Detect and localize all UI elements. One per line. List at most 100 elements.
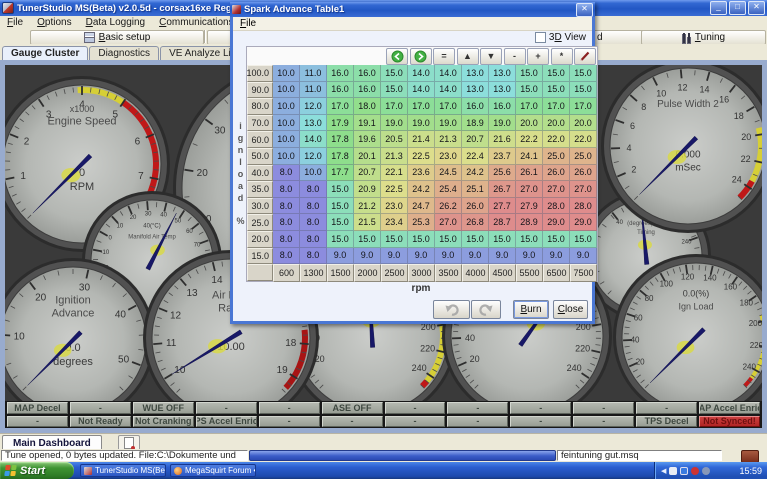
table-cell-r6-c2[interactable]: 17.7 bbox=[327, 165, 354, 182]
display-icon[interactable] bbox=[680, 467, 688, 475]
table-cell-r2-c5[interactable]: 17.0 bbox=[408, 98, 435, 115]
table-cell-r0-c2[interactable]: 16.0 bbox=[327, 65, 354, 82]
pencil-button[interactable] bbox=[574, 48, 596, 65]
table-cell-r11-c1[interactable]: 8.0 bbox=[300, 248, 327, 265]
table-cell-r2-c1[interactable]: 12.0 bbox=[300, 98, 327, 115]
table-cell-r3-c6[interactable]: 19.0 bbox=[435, 115, 462, 132]
table-cell-r11-c9[interactable]: 9.0 bbox=[516, 248, 543, 265]
table-cell-r3-c4[interactable]: 19.0 bbox=[381, 115, 408, 132]
table-cell-r9-c4[interactable]: 23.4 bbox=[381, 214, 408, 231]
table-cell-r3-c2[interactable]: 17.9 bbox=[327, 115, 354, 132]
clock-icon[interactable] bbox=[702, 467, 710, 475]
table-cell-r4-c1[interactable]: 14.0 bbox=[300, 131, 327, 148]
table-cell-r9-c8[interactable]: 28.7 bbox=[489, 214, 516, 231]
table-cell-r8-c4[interactable]: 23.0 bbox=[381, 198, 408, 215]
table-cell-r1-c0[interactable]: 10.0 bbox=[273, 82, 300, 99]
table-cell-r4-c9[interactable]: 22.2 bbox=[516, 131, 543, 148]
table-cell-r10-c5[interactable]: 15.0 bbox=[408, 231, 435, 248]
table-cell-r2-c9[interactable]: 17.0 bbox=[516, 98, 543, 115]
table-cell-r1-c11[interactable]: 15.0 bbox=[570, 82, 597, 99]
table-cell-r7-c6[interactable]: 25.4 bbox=[435, 181, 462, 198]
table-cell-r5-c4[interactable]: 21.3 bbox=[381, 148, 408, 165]
table-cell-r8-c2[interactable]: 15.0 bbox=[327, 198, 354, 215]
taskbar-task-tunerstudio[interactable]: TunerStudio MS(Beta... bbox=[80, 464, 166, 477]
table-cell-r5-c6[interactable]: 23.0 bbox=[435, 148, 462, 165]
table-cell-r10-c10[interactable]: 15.0 bbox=[543, 231, 570, 248]
table-cell-r6-c0[interactable]: 8.0 bbox=[273, 165, 300, 182]
table-cell-r0-c8[interactable]: 13.0 bbox=[489, 65, 516, 82]
table-cell-r0-c9[interactable]: 15.0 bbox=[516, 65, 543, 82]
table-cell-r7-c2[interactable]: 15.0 bbox=[327, 181, 354, 198]
table-cell-r9-c2[interactable]: 15.0 bbox=[327, 214, 354, 231]
table-cell-r11-c4[interactable]: 9.0 bbox=[381, 248, 408, 265]
table-cell-r0-c11[interactable]: 15.0 bbox=[570, 65, 597, 82]
basic-setup-button[interactable]: Basic setup bbox=[30, 30, 204, 45]
table-cell-r7-c10[interactable]: 27.0 bbox=[543, 181, 570, 198]
table-cell-r3-c11[interactable]: 20.0 bbox=[570, 115, 597, 132]
volume-icon[interactable] bbox=[669, 467, 677, 475]
redo-button[interactable] bbox=[471, 300, 501, 319]
table-cell-r10-c9[interactable]: 15.0 bbox=[516, 231, 543, 248]
table-cell-r6-c9[interactable]: 26.1 bbox=[516, 165, 543, 182]
table-cell-r9-c5[interactable]: 25.3 bbox=[408, 214, 435, 231]
redo-circle-button[interactable] bbox=[410, 48, 432, 65]
hide-icons-chevron-icon[interactable]: ◀ bbox=[661, 467, 666, 475]
table-cell-r7-c5[interactable]: 24.2 bbox=[408, 181, 435, 198]
table-cell-r11-c0[interactable]: 8.0 bbox=[273, 248, 300, 265]
maximize-button[interactable]: □ bbox=[729, 1, 746, 15]
undo-button[interactable] bbox=[433, 300, 470, 319]
table-cell-r11-c8[interactable]: 9.0 bbox=[489, 248, 516, 265]
table-cell-r8-c0[interactable]: 8.0 bbox=[273, 198, 300, 215]
table-cell-r5-c10[interactable]: 25.0 bbox=[543, 148, 570, 165]
table-cell-r6-c1[interactable]: 10.0 bbox=[300, 165, 327, 182]
table-cell-r8-c10[interactable]: 28.0 bbox=[543, 198, 570, 215]
table-cell-r10-c6[interactable]: 15.0 bbox=[435, 231, 462, 248]
table-cell-r5-c2[interactable]: 17.8 bbox=[327, 148, 354, 165]
table-cell-r5-c3[interactable]: 20.1 bbox=[354, 148, 381, 165]
table-cell-r5-c8[interactable]: 23.7 bbox=[489, 148, 516, 165]
table-cell-r11-c5[interactable]: 9.0 bbox=[408, 248, 435, 265]
table-cell-r11-c3[interactable]: 9.0 bbox=[354, 248, 381, 265]
table-cell-r2-c0[interactable]: 10.0 bbox=[273, 98, 300, 115]
table-cell-r11-c10[interactable]: 9.0 bbox=[543, 248, 570, 265]
table-cell-r2-c4[interactable]: 17.0 bbox=[381, 98, 408, 115]
table-cell-r2-c6[interactable]: 17.0 bbox=[435, 98, 462, 115]
table-cell-r7-c1[interactable]: 8.0 bbox=[300, 181, 327, 198]
table-cell-r8-c7[interactable]: 26.0 bbox=[462, 198, 489, 215]
up-button[interactable]: ▲ bbox=[457, 48, 479, 65]
table-cell-r10-c1[interactable]: 8.0 bbox=[300, 231, 327, 248]
table-cell-r4-c6[interactable]: 21.3 bbox=[435, 131, 462, 148]
table-cell-r4-c4[interactable]: 20.5 bbox=[381, 131, 408, 148]
table-cell-r3-c5[interactable]: 19.0 bbox=[408, 115, 435, 132]
table-cell-r10-c8[interactable]: 15.0 bbox=[489, 231, 516, 248]
table-cell-r2-c2[interactable]: 17.0 bbox=[327, 98, 354, 115]
table-cell-r9-c10[interactable]: 29.0 bbox=[543, 214, 570, 231]
table-cell-r5-c7[interactable]: 22.4 bbox=[462, 148, 489, 165]
undo-circle-button[interactable] bbox=[386, 48, 408, 65]
table-cell-r4-c11[interactable]: 22.0 bbox=[570, 131, 597, 148]
table-cell-r0-c0[interactable]: 10.0 bbox=[273, 65, 300, 82]
table-cell-r6-c3[interactable]: 20.7 bbox=[354, 165, 381, 182]
table-cell-r5-c11[interactable]: 25.0 bbox=[570, 148, 597, 165]
down-button[interactable]: ▼ bbox=[480, 48, 502, 65]
table-cell-r0-c4[interactable]: 15.0 bbox=[381, 65, 408, 82]
table-cell-r5-c0[interactable]: 10.0 bbox=[273, 148, 300, 165]
menu-data-logging[interactable]: Data Logging bbox=[79, 17, 153, 28]
burn-button[interactable]: Burn bbox=[513, 300, 549, 319]
table-cell-r0-c3[interactable]: 16.0 bbox=[354, 65, 381, 82]
table-cell-r6-c5[interactable]: 23.6 bbox=[408, 165, 435, 182]
table-cell-r7-c3[interactable]: 20.9 bbox=[354, 181, 381, 198]
table-cell-r8-c1[interactable]: 8.0 bbox=[300, 198, 327, 215]
table-cell-r2-c7[interactable]: 16.0 bbox=[462, 98, 489, 115]
table-cell-r10-c11[interactable]: 15.0 bbox=[570, 231, 597, 248]
table-cell-r3-c0[interactable]: 10.0 bbox=[273, 115, 300, 132]
table-cell-r3-c9[interactable]: 20.0 bbox=[516, 115, 543, 132]
table-cell-r4-c0[interactable]: 10.0 bbox=[273, 131, 300, 148]
table-cell-r8-c3[interactable]: 21.2 bbox=[354, 198, 381, 215]
tuning-button[interactable]: Tuning bbox=[641, 30, 766, 45]
table-cell-r5-c1[interactable]: 12.0 bbox=[300, 148, 327, 165]
minimize-button[interactable]: _ bbox=[710, 1, 727, 15]
table-cell-r1-c5[interactable]: 14.0 bbox=[408, 82, 435, 99]
table-cell-r6-c10[interactable]: 26.0 bbox=[543, 165, 570, 182]
table-cell-r6-c4[interactable]: 22.1 bbox=[381, 165, 408, 182]
